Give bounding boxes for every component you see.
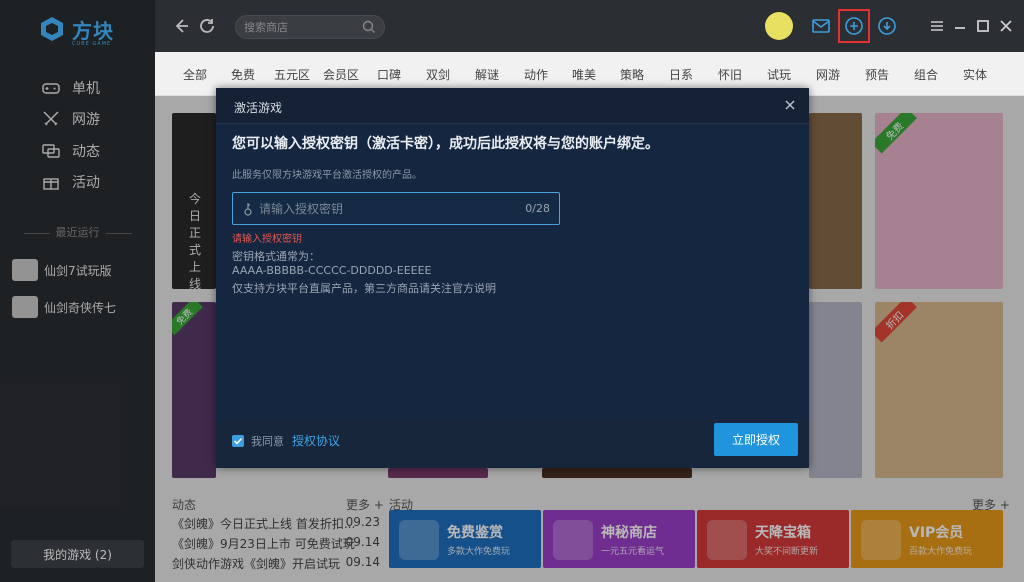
category-tab[interactable]: 策略 xyxy=(620,66,644,83)
refresh-icon[interactable] xyxy=(197,16,217,36)
maximize-icon[interactable] xyxy=(973,16,993,36)
error-message: 请输入授权密钥 xyxy=(232,234,302,245)
license-key-field[interactable]: 0/28 xyxy=(232,192,560,225)
category-tab[interactable]: 双剑 xyxy=(426,66,450,83)
category-tab[interactable]: 口碑 xyxy=(377,66,401,83)
category-tab[interactable]: 解谜 xyxy=(475,66,499,83)
highlight-box xyxy=(838,9,870,43)
category-tab[interactable]: 网游 xyxy=(816,66,840,83)
activate-button[interactable]: 立即授权 xyxy=(714,423,798,456)
minimize-icon[interactable] xyxy=(950,16,970,36)
menu-icon[interactable] xyxy=(927,16,947,36)
category-tab[interactable]: 五元区 xyxy=(274,66,310,83)
format-line: 仅支持方块平台直属产品，第三方商品请关注官方说明 xyxy=(232,282,496,295)
category-tab[interactable]: 怀旧 xyxy=(718,66,742,83)
category-tab[interactable]: 预告 xyxy=(865,66,889,83)
close-icon[interactable] xyxy=(783,98,797,112)
checkmark-icon xyxy=(233,437,243,445)
license-agreement-link[interactable]: 授权协议 xyxy=(292,432,340,449)
category-tab[interactable]: 全部 xyxy=(183,66,207,83)
license-key-input[interactable] xyxy=(259,193,519,224)
format-line: AAAA-BBBBB-CCCCC-DDDDD-EEEEE xyxy=(232,264,432,277)
category-tab[interactable]: 动作 xyxy=(524,66,548,83)
category-tab[interactable]: 组合 xyxy=(914,66,938,83)
dialog-heading: 您可以输入授权密钥（激活卡密），成功后此授权将与您的账户绑定。 xyxy=(232,136,659,152)
dialog-footer: 我同意 授权协议 立即授权 xyxy=(216,419,809,468)
avatar[interactable] xyxy=(765,12,793,40)
category-tab[interactable]: 日系 xyxy=(669,66,693,83)
dialog-header: 激活游戏 xyxy=(216,88,809,124)
agree-checkbox[interactable] xyxy=(232,435,244,447)
format-line: 密钥格式通常为： xyxy=(232,250,320,263)
mail-icon[interactable] xyxy=(811,16,831,36)
key-icon xyxy=(244,203,252,216)
char-counter: 0/28 xyxy=(525,202,550,215)
search-icon xyxy=(362,20,375,33)
download-icon[interactable] xyxy=(877,16,897,36)
category-tab[interactable]: 唯美 xyxy=(572,66,596,83)
search-input[interactable]: 搜索商店 xyxy=(235,15,385,39)
close-icon[interactable] xyxy=(996,16,1016,36)
sidebar-backdrop xyxy=(0,0,155,582)
dialog-body: 您可以输入授权密钥（激活卡密），成功后此授权将与您的账户绑定。 此服务仅限方块游… xyxy=(216,124,809,419)
dialog-title: 激活游戏 xyxy=(234,101,283,115)
search-placeholder: 搜索商店 xyxy=(244,21,288,34)
category-tab[interactable]: 会员区 xyxy=(323,66,359,83)
top-bar: 搜索商店 xyxy=(155,0,1024,52)
category-tab[interactable]: 免费 xyxy=(231,66,255,83)
back-icon[interactable] xyxy=(171,16,191,36)
activate-game-dialog: 激活游戏 您可以输入授权密钥（激活卡密），成功后此授权将与您的账户绑定。 此服务… xyxy=(216,88,809,468)
category-tab[interactable]: 实体 xyxy=(963,66,987,83)
category-tab[interactable]: 试玩 xyxy=(767,66,791,83)
agree-label: 我同意 xyxy=(251,435,284,448)
dialog-subtext: 此服务仅限方块游戏平台激活授权的产品。 xyxy=(232,170,422,181)
